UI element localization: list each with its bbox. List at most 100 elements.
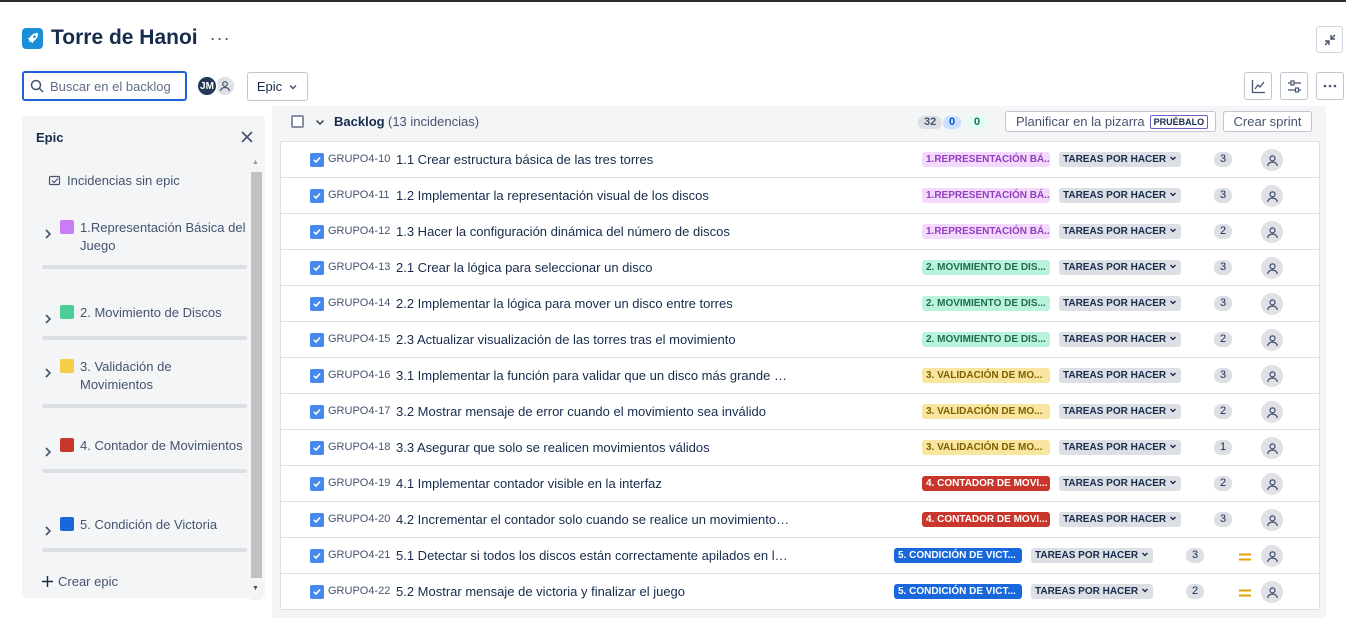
chevron-right-icon[interactable]	[42, 366, 54, 380]
issue-summary[interactable]: 2.1 Crear la lógica para seleccionar un …	[396, 260, 791, 275]
insights-button[interactable]	[1244, 72, 1272, 100]
epic-item[interactable]: 1.Representación Básica del Juego	[42, 219, 247, 269]
close-icon[interactable]	[240, 130, 254, 144]
assignee-avatar[interactable]	[1261, 329, 1283, 351]
create-sprint-button[interactable]: Crear sprint	[1223, 111, 1312, 132]
issue-key[interactable]: GRUPO4-21	[328, 549, 390, 561]
story-points-badge[interactable]: 2	[1214, 332, 1232, 347]
status-dropdown[interactable]: TAREAS POR HACER	[1059, 440, 1182, 455]
assignee-avatar[interactable]	[1261, 509, 1283, 531]
issue-summary[interactable]: 2.2 Implementar la lógica para mover un …	[396, 296, 791, 311]
status-dropdown[interactable]: TAREAS POR HACER	[1059, 296, 1182, 311]
epic-label[interactable]: 3. VALIDACIÓN DE MO...	[922, 368, 1050, 383]
epic-item[interactable]: 2. Movimiento de Discos	[42, 304, 247, 340]
table-row[interactable]: GRUPO4-16 3.1 Implementar la función para…	[281, 358, 1319, 394]
status-dropdown[interactable]: TAREAS POR HACER	[1059, 152, 1182, 167]
assignee-avatar[interactable]	[1261, 581, 1283, 603]
issue-key[interactable]: GRUPO4-19	[328, 477, 390, 489]
issue-key[interactable]: GRUPO4-12	[328, 225, 390, 237]
epic-label[interactable]: 3. VALIDACIÓN DE MO...	[922, 404, 1050, 419]
story-points-badge[interactable]: 3	[1214, 260, 1232, 275]
chevron-right-icon[interactable]	[42, 445, 54, 459]
status-dropdown[interactable]: TAREAS POR HACER	[1059, 512, 1182, 527]
epic-label[interactable]: 1.REPRESENTACIÓN BÁ...	[922, 152, 1050, 167]
issue-summary[interactable]: 2.3 Actualizar visualización de las torr…	[396, 332, 791, 347]
issue-summary[interactable]: 1.3 Hacer la configuración dinámica del …	[396, 224, 791, 239]
view-settings-button[interactable]	[1280, 72, 1308, 100]
story-points-badge[interactable]: 3	[1214, 152, 1232, 167]
epic-label[interactable]: 2. MOVIMIENTO DE DIS...	[922, 296, 1050, 311]
epic-label[interactable]: 4. CONTADOR DE MOVI...	[922, 476, 1050, 491]
issue-key[interactable]: GRUPO4-13	[328, 261, 390, 273]
issue-key[interactable]: GRUPO4-15	[328, 333, 390, 345]
create-epic-button[interactable]: Crear epic	[41, 574, 118, 589]
table-row[interactable]: GRUPO4-12 1.3 Hacer la configuración diná…	[281, 214, 1319, 250]
status-dropdown[interactable]: TAREAS POR HACER	[1059, 188, 1182, 203]
more-actions-button[interactable]	[1316, 72, 1344, 100]
story-points-badge[interactable]: 3	[1214, 188, 1232, 203]
assignee-avatar[interactable]	[1261, 185, 1283, 207]
avatar[interactable]: JM	[196, 75, 218, 97]
search-box[interactable]	[22, 71, 187, 101]
status-dropdown[interactable]: TAREAS POR HACER	[1059, 260, 1182, 275]
epic-label[interactable]: 4. CONTADOR DE MOVI...	[922, 512, 1050, 527]
assignee-avatar[interactable]	[1261, 437, 1283, 459]
story-points-badge[interactable]: 1	[1214, 440, 1232, 455]
issue-key[interactable]: GRUPO4-17	[328, 405, 390, 417]
assignee-avatar[interactable]	[1261, 401, 1283, 423]
table-row[interactable]: GRUPO4-22 5.2 Mostrar mensaje de victoria…	[281, 574, 1319, 610]
epic-filter-dropdown[interactable]: Epic	[247, 72, 308, 101]
assignee-avatar[interactable]	[1261, 149, 1283, 171]
issue-summary[interactable]: 3.1 Implementar la función para validar …	[396, 368, 791, 383]
assignee-avatar[interactable]	[1261, 221, 1283, 243]
status-dropdown[interactable]: TAREAS POR HACER	[1031, 584, 1154, 599]
issue-key[interactable]: GRUPO4-14	[328, 297, 390, 309]
epic-label[interactable]: 5. CONDICIÓN DE VICT...	[894, 548, 1022, 563]
story-points-badge[interactable]: 3	[1186, 548, 1204, 563]
story-points-badge[interactable]: 2	[1214, 224, 1232, 239]
issues-without-epic[interactable]: Incidencias sin epic	[48, 173, 180, 188]
epic-label[interactable]: 5. CONDICIÓN DE VICT...	[894, 584, 1022, 599]
issue-key[interactable]: GRUPO4-10	[328, 153, 390, 165]
assignee-avatar[interactable]	[1261, 293, 1283, 315]
epic-item[interactable]: 3. Validación de Movimientos	[42, 358, 247, 408]
issue-summary[interactable]: 5.2 Mostrar mensaje de victoria y finali…	[396, 584, 791, 599]
chevron-right-icon[interactable]	[42, 312, 54, 326]
table-row[interactable]: GRUPO4-11 1.2 Implementar la representaci…	[281, 178, 1319, 214]
issue-key[interactable]: GRUPO4-20	[328, 513, 390, 525]
issue-key[interactable]: GRUPO4-18	[328, 441, 390, 453]
issue-summary[interactable]: 1.1 Crear estructura básica de las tres …	[396, 152, 791, 167]
issue-summary[interactable]: 5.1 Detectar si todos los discos están c…	[396, 548, 791, 563]
epic-label[interactable]: 1.REPRESENTACIÓN BÁ...	[922, 188, 1050, 203]
more-options-button[interactable]: ···	[210, 28, 231, 49]
assignee-avatar[interactable]	[1261, 365, 1283, 387]
table-row[interactable]: GRUPO4-18 3.3 Asegurar que solo se realic…	[281, 430, 1319, 466]
status-dropdown[interactable]: TAREAS POR HACER	[1031, 548, 1154, 563]
story-points-badge[interactable]: 2	[1214, 404, 1232, 419]
issue-key[interactable]: GRUPO4-16	[328, 369, 390, 381]
status-dropdown[interactable]: TAREAS POR HACER	[1059, 224, 1182, 239]
epic-item[interactable]: 5. Condición de Victoria	[42, 516, 247, 552]
status-dropdown[interactable]: TAREAS POR HACER	[1059, 476, 1182, 491]
status-dropdown[interactable]: TAREAS POR HACER	[1059, 368, 1182, 383]
story-points-badge[interactable]: 3	[1214, 368, 1232, 383]
epic-label[interactable]: 2. MOVIMIENTO DE DIS...	[922, 260, 1050, 275]
issue-summary[interactable]: 3.2 Mostrar mensaje de error cuando el m…	[396, 404, 791, 419]
table-row[interactable]: GRUPO4-19 4.1 Implementar contador visibl…	[281, 466, 1319, 502]
issue-summary[interactable]: 3.3 Asegurar que solo se realicen movimi…	[396, 440, 791, 455]
table-row[interactable]: GRUPO4-21 5.1 Detectar si todos los disco…	[281, 538, 1319, 574]
status-dropdown[interactable]: TAREAS POR HACER	[1059, 404, 1182, 419]
story-points-badge[interactable]: 2	[1214, 476, 1232, 491]
story-points-badge[interactable]: 2	[1186, 584, 1204, 599]
epic-label[interactable]: 2. MOVIMIENTO DE DIS...	[922, 332, 1050, 347]
issue-key[interactable]: GRUPO4-11	[328, 189, 390, 201]
backlog-select-checkbox[interactable]	[291, 115, 304, 128]
scroll-up-icon[interactable]: ▲	[252, 159, 259, 166]
issue-summary[interactable]: 1.2 Implementar la representación visual…	[396, 188, 791, 203]
table-row[interactable]: GRUPO4-15 2.3 Actualizar visualización de…	[281, 322, 1319, 358]
epic-label[interactable]: 1.REPRESENTACIÓN BÁ...	[922, 224, 1050, 239]
collapse-icon[interactable]	[1316, 26, 1343, 53]
assignee-avatar[interactable]	[1261, 257, 1283, 279]
table-row[interactable]: GRUPO4-17 3.2 Mostrar mensaje de error cu…	[281, 394, 1319, 430]
chevron-right-icon[interactable]	[42, 524, 54, 538]
